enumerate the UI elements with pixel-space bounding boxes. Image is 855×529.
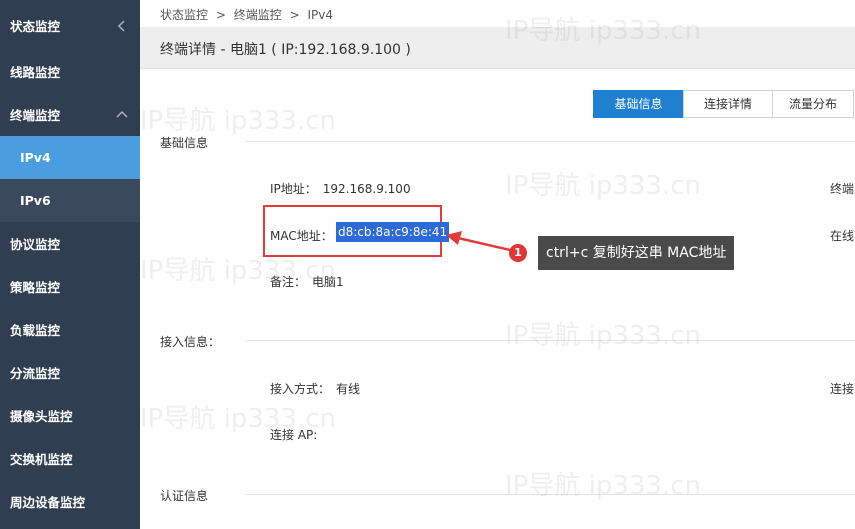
watermark: IP导航 ip333.cn [140, 106, 337, 136]
page-header: 终端详情 - 电脑1 ( IP:192.168.9.100 ) [140, 27, 855, 69]
detail-tabs: 基础信息 连接详情 流量分布 [593, 90, 854, 118]
sidebar-item-label: IPv6 [20, 193, 51, 208]
sidebar-item-camera-monitor[interactable]: 摄像头监控 [0, 394, 140, 437]
ip-field: IP地址： 192.168.9.100 [270, 180, 411, 197]
tab-traffic-distribution[interactable]: 流量分布 [772, 90, 854, 118]
note-field: 备注： 电脑1 [270, 273, 344, 290]
arrow-icon [446, 231, 511, 252]
section-title-basic: 基础信息 [160, 136, 209, 150]
ip-label: IP地址： [270, 182, 317, 196]
sidebar-item-label: 线路监控 [10, 65, 61, 80]
watermark: IP导航 ip333.cn [505, 321, 702, 351]
section-title-auth: 认证信息 [160, 489, 209, 503]
access-method-field: 接入方式： 有线 [270, 380, 360, 397]
sidebar-item-label: 分流监控 [10, 366, 61, 381]
sidebar-item-line-monitor[interactable]: 线路监控 [0, 50, 140, 93]
breadcrumb-separator: > [289, 8, 300, 22]
sidebar-item-protocol-monitor[interactable]: 协议监控 [0, 222, 140, 265]
sidebar-item-label: 状态监控 [10, 19, 61, 34]
sidebar-item-load-monitor[interactable]: 负载监控 [0, 308, 140, 351]
right-column-label: 终端 [830, 182, 855, 196]
sidebar: 状态监控 线路监控 终端监控 IPv4 IPv6 协议监控 策略监控 负载监控 … [0, 0, 140, 529]
sidebar-item-label: IPv4 [20, 150, 51, 165]
mac-label: MAC地址： [270, 229, 333, 243]
instruction-callout: ctrl+c 复制好这串 MAC地址 [538, 236, 735, 270]
access-ap-field: 连接 AP: [270, 426, 317, 443]
access-ap-label: 连接 AP: [270, 428, 318, 442]
divider [245, 340, 855, 341]
ip-value: 192.168.9.100 [322, 182, 411, 196]
divider [245, 141, 855, 142]
mac-value[interactable]: d8:cb:8a:c9:8e:41 [336, 222, 450, 242]
right-column-label: 连接 [830, 382, 855, 396]
right-column-label: 在线 [830, 229, 855, 243]
tab-connection-details[interactable]: 连接详情 [683, 90, 773, 118]
divider [245, 494, 855, 495]
sidebar-item-label: 负载监控 [10, 323, 61, 338]
breadcrumb-item[interactable]: 终端监控 [234, 8, 282, 22]
breadcrumb: 状态监控 > 终端监控 > IPv4 [160, 6, 337, 23]
access-method-value: 有线 [336, 382, 361, 396]
note-value: 电脑1 [312, 275, 344, 289]
sidebar-item-label: 策略监控 [10, 280, 61, 295]
chevron-left-icon[interactable] [116, 19, 128, 32]
sidebar-item-policy-monitor[interactable]: 策略监控 [0, 265, 140, 308]
sidebar-item-label: 交换机监控 [10, 452, 73, 467]
page-title: 终端详情 - 电脑1 ( IP:192.168.9.100 ) [160, 42, 411, 58]
sidebar-item-peripheral-monitor[interactable]: 周边设备监控 [0, 480, 140, 523]
sidebar-item-label: 协议监控 [10, 237, 61, 252]
note-label: 备注： [270, 275, 307, 289]
sidebar-item-label: 周边设备监控 [10, 495, 86, 510]
watermark: IP导航 ip333.cn [505, 171, 702, 201]
sidebar-item-split-monitor[interactable]: 分流监控 [0, 351, 140, 394]
tab-basic-info[interactable]: 基础信息 [593, 90, 684, 118]
breadcrumb-item[interactable]: 状态监控 [160, 8, 208, 22]
sidebar-item-terminal-monitor[interactable]: 终端监控 [0, 93, 140, 136]
breadcrumb-item[interactable]: IPv4 [307, 8, 333, 22]
sidebar-item-switch-monitor[interactable]: 交换机监控 [0, 437, 140, 480]
watermark: IP导航 ip333.cn [505, 471, 702, 501]
sidebar-item-ipv4[interactable]: IPv4 [0, 136, 140, 179]
chevron-up-icon[interactable] [116, 109, 128, 121]
step-badge: 1 [509, 244, 527, 262]
breadcrumb-separator: > [215, 8, 226, 22]
access-method-label: 接入方式： [270, 382, 331, 396]
sidebar-item-status-monitor[interactable]: 状态监控 [0, 4, 140, 47]
sidebar-item-label: 终端监控 [10, 108, 61, 123]
sidebar-item-label: 摄像头监控 [10, 409, 73, 424]
section-title-access: 接入信息： [160, 335, 221, 349]
sidebar-item-ipv6[interactable]: IPv6 [0, 179, 140, 222]
